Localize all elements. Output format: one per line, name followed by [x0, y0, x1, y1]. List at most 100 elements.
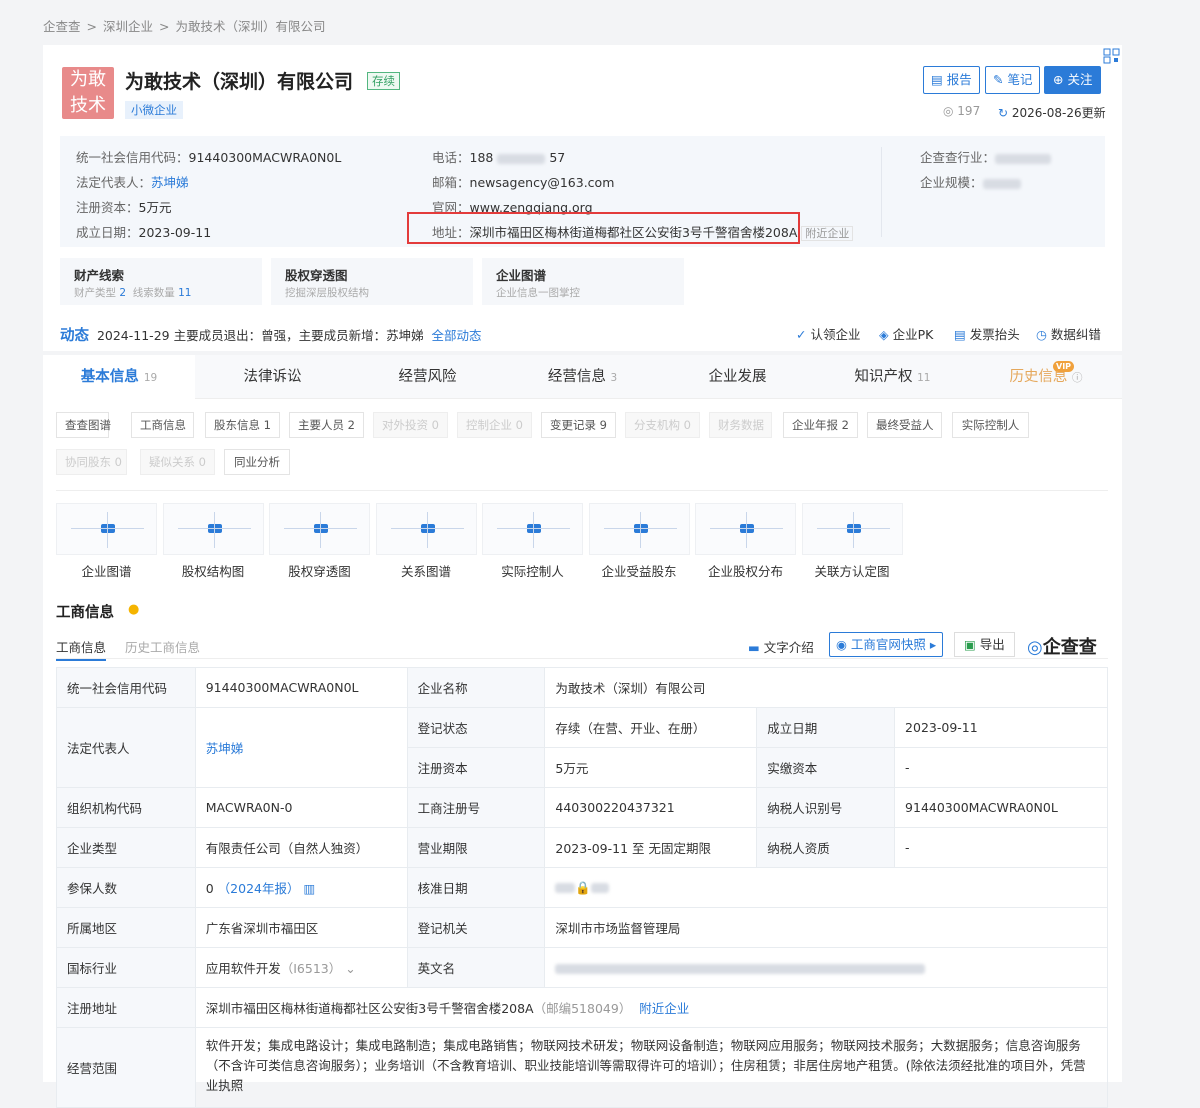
subnav-chip[interactable]: 对外投资 0 — [373, 412, 448, 438]
phone-masked — [497, 153, 546, 164]
invoice-title-button[interactable]: ▤ 发票抬头 — [954, 324, 1020, 343]
tool-label: 数据纠错 — [1050, 327, 1101, 342]
legal-link[interactable]: 苏坤娣 — [151, 175, 189, 190]
subnav-chip[interactable]: 分支机构 0 — [625, 412, 700, 438]
tab-risk[interactable]: 经营风险 — [350, 355, 505, 399]
phone-label: 电话： — [432, 150, 470, 165]
business-term-cell: 2023-09-11 至 无固定期限 — [544, 827, 758, 868]
note-button[interactable]: ✎ 笔记 — [985, 66, 1041, 94]
clock-icon: ◷ — [1036, 327, 1051, 342]
cell-key: 登记机关 — [406, 907, 546, 948]
tab-operation[interactable]: 经营信息 3 — [505, 355, 660, 399]
report-button[interactable]: ▤ 报告 — [923, 66, 980, 94]
tab-legal[interactable]: 法律诉讼 — [195, 355, 350, 399]
company-header-card: 为敢技术 为敢技术（深圳）有限公司 存续 小微企业 ▤ 报告 ✎ 笔记 ⊕ 关注… — [43, 45, 1122, 351]
cell-key: 英文名 — [406, 947, 546, 988]
tab-count: 3 — [610, 372, 618, 384]
follow-button[interactable]: ⊕ 关注 — [1044, 66, 1102, 94]
subnav-chip[interactable]: 主要人员 2 — [289, 412, 364, 438]
cell-key: 参保人数 — [56, 867, 196, 908]
subnav-chip[interactable]: 企业年报 2 — [783, 412, 858, 438]
subnav-chip[interactable]: 协同股东 0 — [56, 449, 127, 475]
industry-label: 企查查行业： — [920, 150, 996, 165]
subnav-chip[interactable]: 实际控制人 — [952, 412, 1029, 438]
table-row: 统一社会信用代码 91440300MACWRA0N0L 企业名称 为敢技术（深圳）有… — [56, 667, 1108, 708]
subnav-chip[interactable]: 财务数据 — [709, 412, 772, 438]
edge-line — [426, 512, 428, 548]
invoice-icon: ▤ — [954, 327, 970, 342]
edge-line — [639, 512, 641, 548]
address-value: 深圳市福田区梅林街道梅都社区公安街3号千警宿舍楼208A — [205, 1001, 534, 1016]
cell-key: 企业名称 — [406, 667, 546, 708]
founded-row: 成立日期：2023-09-11 — [76, 222, 211, 241]
capital-value: 5万元 — [138, 200, 172, 215]
subnav-chip[interactable]: 最终受益人 — [867, 412, 942, 438]
company-graph-card[interactable]: 企业图谱 企业信息一图掌控 — [482, 258, 684, 305]
subnav-chip[interactable]: 工商信息 — [131, 412, 194, 438]
subnav-chip[interactable]: 变更记录 9 — [541, 412, 616, 438]
tab-history-business-info[interactable]: 历史工商信息 — [125, 637, 200, 656]
graph-thumbnail[interactable] — [482, 503, 583, 555]
chart-icon[interactable]: ▥ — [303, 881, 315, 896]
graph-thumbnail[interactable] — [588, 503, 690, 555]
industry-cell[interactable]: 应用软件开发（I6513） ⌄ — [194, 947, 408, 988]
subnav-chip[interactable]: 控制企业 0 — [457, 412, 532, 438]
subnav-chip[interactable]: 股东信息 1 — [205, 412, 280, 438]
email-value[interactable]: newsagency@163.com — [470, 175, 615, 190]
graph-thumbnail[interactable] — [162, 503, 264, 555]
section-title: 工商信息 — [56, 605, 114, 621]
company-pk-button[interactable]: ◈ 企业PK — [879, 324, 933, 343]
tab-basic-info[interactable]: 基本信息 19 — [43, 355, 195, 399]
graph-thumbnail[interactable] — [695, 503, 796, 555]
capital-cell: 5万元 — [544, 747, 758, 788]
size-tag[interactable]: 小微企业 — [125, 101, 183, 119]
graph-thumbnail[interactable] — [269, 503, 370, 555]
card-sub: 挖掘深层股权结构 — [285, 287, 369, 299]
annual-report-link[interactable]: （2024年报） — [218, 881, 300, 896]
equity-penetration-card[interactable]: 股权穿透图 挖掘深层股权结构 — [271, 258, 473, 305]
graph-thumbnail-label: 关系图谱 — [400, 564, 451, 579]
region-cell: 广东省深圳市福田区 — [194, 907, 408, 948]
text-intro-label: 文字介绍 — [763, 640, 814, 655]
claim-company-button[interactable]: ✓ 认领企业 — [796, 324, 860, 343]
lock-icon[interactable]: 🔒 — [575, 880, 591, 895]
data-correction-button[interactable]: ◷ 数据纠错 — [1036, 324, 1101, 343]
report-icon: ▤ — [931, 72, 947, 87]
tab-history[interactable]: 历史信息 ⓘ — [970, 355, 1122, 399]
breadcrumb-sep: > — [86, 19, 97, 34]
tab-count: 19 — [143, 372, 158, 384]
subnav-chip[interactable]: 同业分析 — [224, 449, 290, 475]
all-dynamic-link[interactable]: 全部动态 — [432, 328, 482, 343]
bell-icon[interactable]: ● — [128, 602, 139, 617]
phone-prefix: 188 — [469, 150, 494, 165]
capital-row: 注册资本：5万元 — [76, 197, 171, 216]
nearby-companies-link[interactable]: 附近企业 — [801, 226, 854, 241]
card-title: 财产线索 — [74, 268, 125, 283]
qr-icon[interactable] — [1103, 48, 1121, 64]
breadcrumb-company: 为敢技术（深圳）有限公司 — [175, 19, 326, 34]
pen-icon: ✎ — [993, 72, 1008, 87]
legal-rep-link[interactable]: 苏坤娣 — [206, 741, 244, 756]
divider — [881, 147, 882, 237]
graph-thumbnail[interactable] — [375, 503, 477, 555]
tab-development[interactable]: 企业发展 — [660, 355, 815, 399]
graph-thumbnail[interactable] — [56, 503, 157, 555]
breadcrumb-city[interactable]: 深圳企业 — [103, 19, 153, 34]
property-clue-card[interactable]: 财产线索 财产类型 2 线索数量 11 — [60, 258, 262, 305]
breadcrumb-home[interactable]: 企查查 — [43, 19, 81, 34]
camera-icon: ◉ — [836, 637, 851, 652]
reg-status-cell: 存续（在营、开业、在册） — [544, 707, 758, 748]
cell-key: 经营范围 — [56, 1027, 196, 1108]
nearby-companies-link[interactable]: 附近企业 — [639, 1001, 689, 1016]
graph-thumbnail-label: 企业受益股东 — [601, 564, 677, 579]
subnav-chip[interactable]: 查查图谱 — [56, 412, 111, 438]
text-intro-button[interactable]: ▬ 文字介绍 — [748, 637, 814, 656]
update-time[interactable]: ↻ 2026-08-26更新 — [998, 104, 1106, 121]
export-button[interactable]: ▣ 导出 — [954, 632, 1015, 657]
snapshot-button[interactable]: ◉ 工商官网快照 ▸ — [829, 632, 944, 657]
doc-icon: ▬ — [748, 640, 764, 655]
graph-thumbnail[interactable] — [801, 503, 903, 555]
card-sub-count: 11 — [178, 287, 192, 299]
subnav-chip[interactable]: 疑似关系 0 — [140, 449, 215, 475]
tab-ip[interactable]: 知识产权 11 — [815, 355, 970, 399]
